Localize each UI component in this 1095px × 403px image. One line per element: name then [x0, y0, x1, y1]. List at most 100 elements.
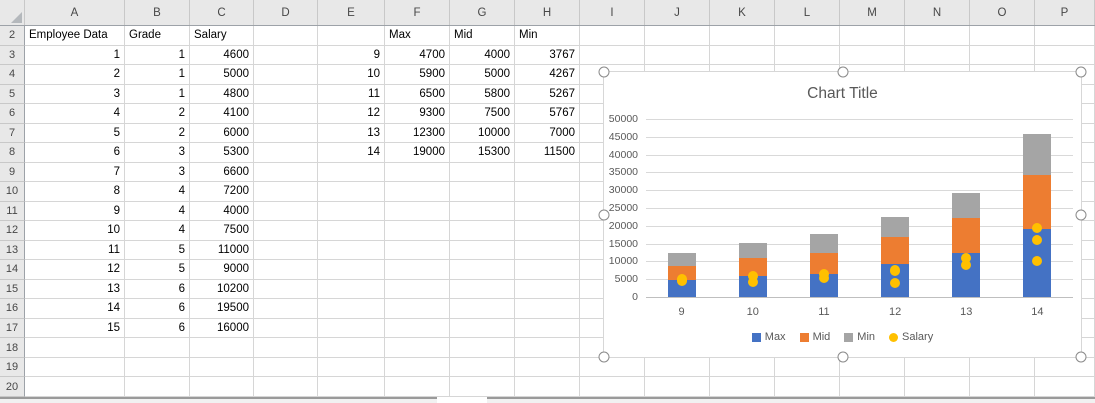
cell-C20[interactable]: [190, 377, 254, 397]
cell-A14[interactable]: 12: [25, 260, 125, 280]
cell-F8[interactable]: 19000: [385, 143, 450, 163]
legend-item-max[interactable]: Max: [751, 331, 786, 343]
y-axis-label[interactable]: 50000: [606, 114, 638, 125]
cell-D10[interactable]: [254, 182, 318, 202]
cell-P2[interactable]: [1035, 26, 1095, 46]
y-axis-label[interactable]: 10000: [606, 256, 638, 267]
cell-H13[interactable]: [515, 240, 580, 261]
cell-F12[interactable]: [385, 221, 450, 241]
column-header-D[interactable]: D: [254, 0, 318, 25]
cell-H11[interactable]: [515, 201, 580, 222]
cell-H5[interactable]: 5267: [515, 84, 580, 105]
cell-H7[interactable]: 7000: [515, 123, 580, 144]
cell-F10[interactable]: [385, 182, 450, 202]
cell-B2[interactable]: Grade: [125, 26, 190, 46]
chart-resize-handle-n[interactable]: [837, 66, 848, 78]
cell-H2[interactable]: Min: [515, 26, 580, 46]
row-header-4[interactable]: 4: [0, 65, 25, 85]
cell-C19[interactable]: [190, 357, 254, 378]
row-header-7[interactable]: 7: [0, 123, 25, 144]
cell-E2[interactable]: [318, 26, 385, 46]
row-header-6[interactable]: 6: [0, 104, 25, 124]
cell-N3[interactable]: [905, 45, 970, 66]
select-all-button[interactable]: [0, 0, 25, 25]
cell-C11[interactable]: 4000: [190, 201, 254, 222]
cell-I20[interactable]: [580, 377, 645, 397]
cell-A2[interactable]: Employee Data: [25, 26, 125, 46]
cell-G5[interactable]: 5800: [450, 84, 515, 105]
bar-segment-min-11[interactable]: [809, 234, 838, 254]
row-header-19[interactable]: 19: [0, 357, 25, 378]
cell-C2[interactable]: Salary: [190, 26, 254, 46]
y-axis-label[interactable]: 0: [606, 292, 638, 303]
row-header-16[interactable]: 16: [0, 299, 25, 319]
cell-M3[interactable]: [840, 45, 905, 66]
cell-E14[interactable]: [318, 260, 385, 280]
cell-G2[interactable]: Mid: [450, 26, 515, 46]
cell-E8[interactable]: 14: [318, 143, 385, 163]
row-header-9[interactable]: 9: [0, 162, 25, 183]
cell-G19[interactable]: [450, 357, 515, 378]
legend-item-mid[interactable]: Mid: [799, 331, 830, 343]
y-axis-label[interactable]: 5000: [606, 274, 638, 285]
cell-F17[interactable]: [385, 318, 450, 339]
cell-C4[interactable]: 5000: [190, 65, 254, 85]
row-header-2[interactable]: 2: [0, 26, 25, 46]
cell-D6[interactable]: [254, 104, 318, 124]
cell-E7[interactable]: 13: [318, 123, 385, 144]
row-header-5[interactable]: 5: [0, 84, 25, 105]
cell-E20[interactable]: [318, 377, 385, 397]
cell-B7[interactable]: 2: [125, 123, 190, 144]
chart-legend[interactable]: Max Mid Min Salary: [604, 331, 1081, 343]
cell-A16[interactable]: 14: [25, 299, 125, 319]
cell-A3[interactable]: 1: [25, 45, 125, 66]
cell-B16[interactable]: 6: [125, 299, 190, 319]
cell-E11[interactable]: [318, 201, 385, 222]
cell-H14[interactable]: [515, 260, 580, 280]
cell-E18[interactable]: [318, 338, 385, 358]
chart-resize-handle-w[interactable]: [598, 209, 610, 220]
y-axis-label[interactable]: 30000: [606, 185, 638, 196]
cell-C9[interactable]: 6600: [190, 162, 254, 183]
cell-C8[interactable]: 5300: [190, 143, 254, 163]
x-axis-label[interactable]: 13: [931, 306, 1002, 318]
cell-G14[interactable]: [450, 260, 515, 280]
cell-F3[interactable]: 4700: [385, 45, 450, 66]
salary-point[interactable]: [890, 265, 901, 276]
chart-title[interactable]: Chart Title: [604, 85, 1081, 103]
salary-point[interactable]: [1032, 235, 1043, 246]
cell-B20[interactable]: [125, 377, 190, 397]
cell-O19[interactable]: [970, 357, 1035, 378]
column-header-E[interactable]: E: [318, 0, 385, 25]
cell-J20[interactable]: [645, 377, 710, 397]
cell-E12[interactable]: [318, 221, 385, 241]
cell-D7[interactable]: [254, 123, 318, 144]
cell-F13[interactable]: [385, 240, 450, 261]
cell-E5[interactable]: 11: [318, 84, 385, 105]
cell-A9[interactable]: 7: [25, 162, 125, 183]
cell-G16[interactable]: [450, 299, 515, 319]
cell-L2[interactable]: [775, 26, 840, 46]
x-axis-label[interactable]: 12: [860, 306, 931, 318]
y-axis-label[interactable]: 45000: [606, 131, 638, 143]
row-header-10[interactable]: 10: [0, 182, 25, 202]
cell-B15[interactable]: 6: [125, 279, 190, 300]
bar-segment-min-13[interactable]: [952, 192, 981, 218]
cell-J3[interactable]: [645, 45, 710, 66]
cell-I2[interactable]: [580, 26, 645, 46]
cell-C18[interactable]: [190, 338, 254, 358]
column-header-F[interactable]: F: [385, 0, 450, 25]
cell-D14[interactable]: [254, 260, 318, 280]
cell-K3[interactable]: [710, 45, 775, 66]
x-axis-label[interactable]: 9: [646, 306, 717, 318]
cell-C15[interactable]: 10200: [190, 279, 254, 300]
cell-G13[interactable]: [450, 240, 515, 261]
cell-C6[interactable]: 4100: [190, 104, 254, 124]
cell-E19[interactable]: [318, 357, 385, 378]
row-header-20[interactable]: 20: [0, 377, 25, 397]
cell-H6[interactable]: 5767: [515, 104, 580, 124]
cell-H17[interactable]: [515, 318, 580, 339]
cell-A6[interactable]: 4: [25, 104, 125, 124]
cell-F15[interactable]: [385, 279, 450, 300]
y-axis-label[interactable]: 20000: [606, 220, 638, 232]
